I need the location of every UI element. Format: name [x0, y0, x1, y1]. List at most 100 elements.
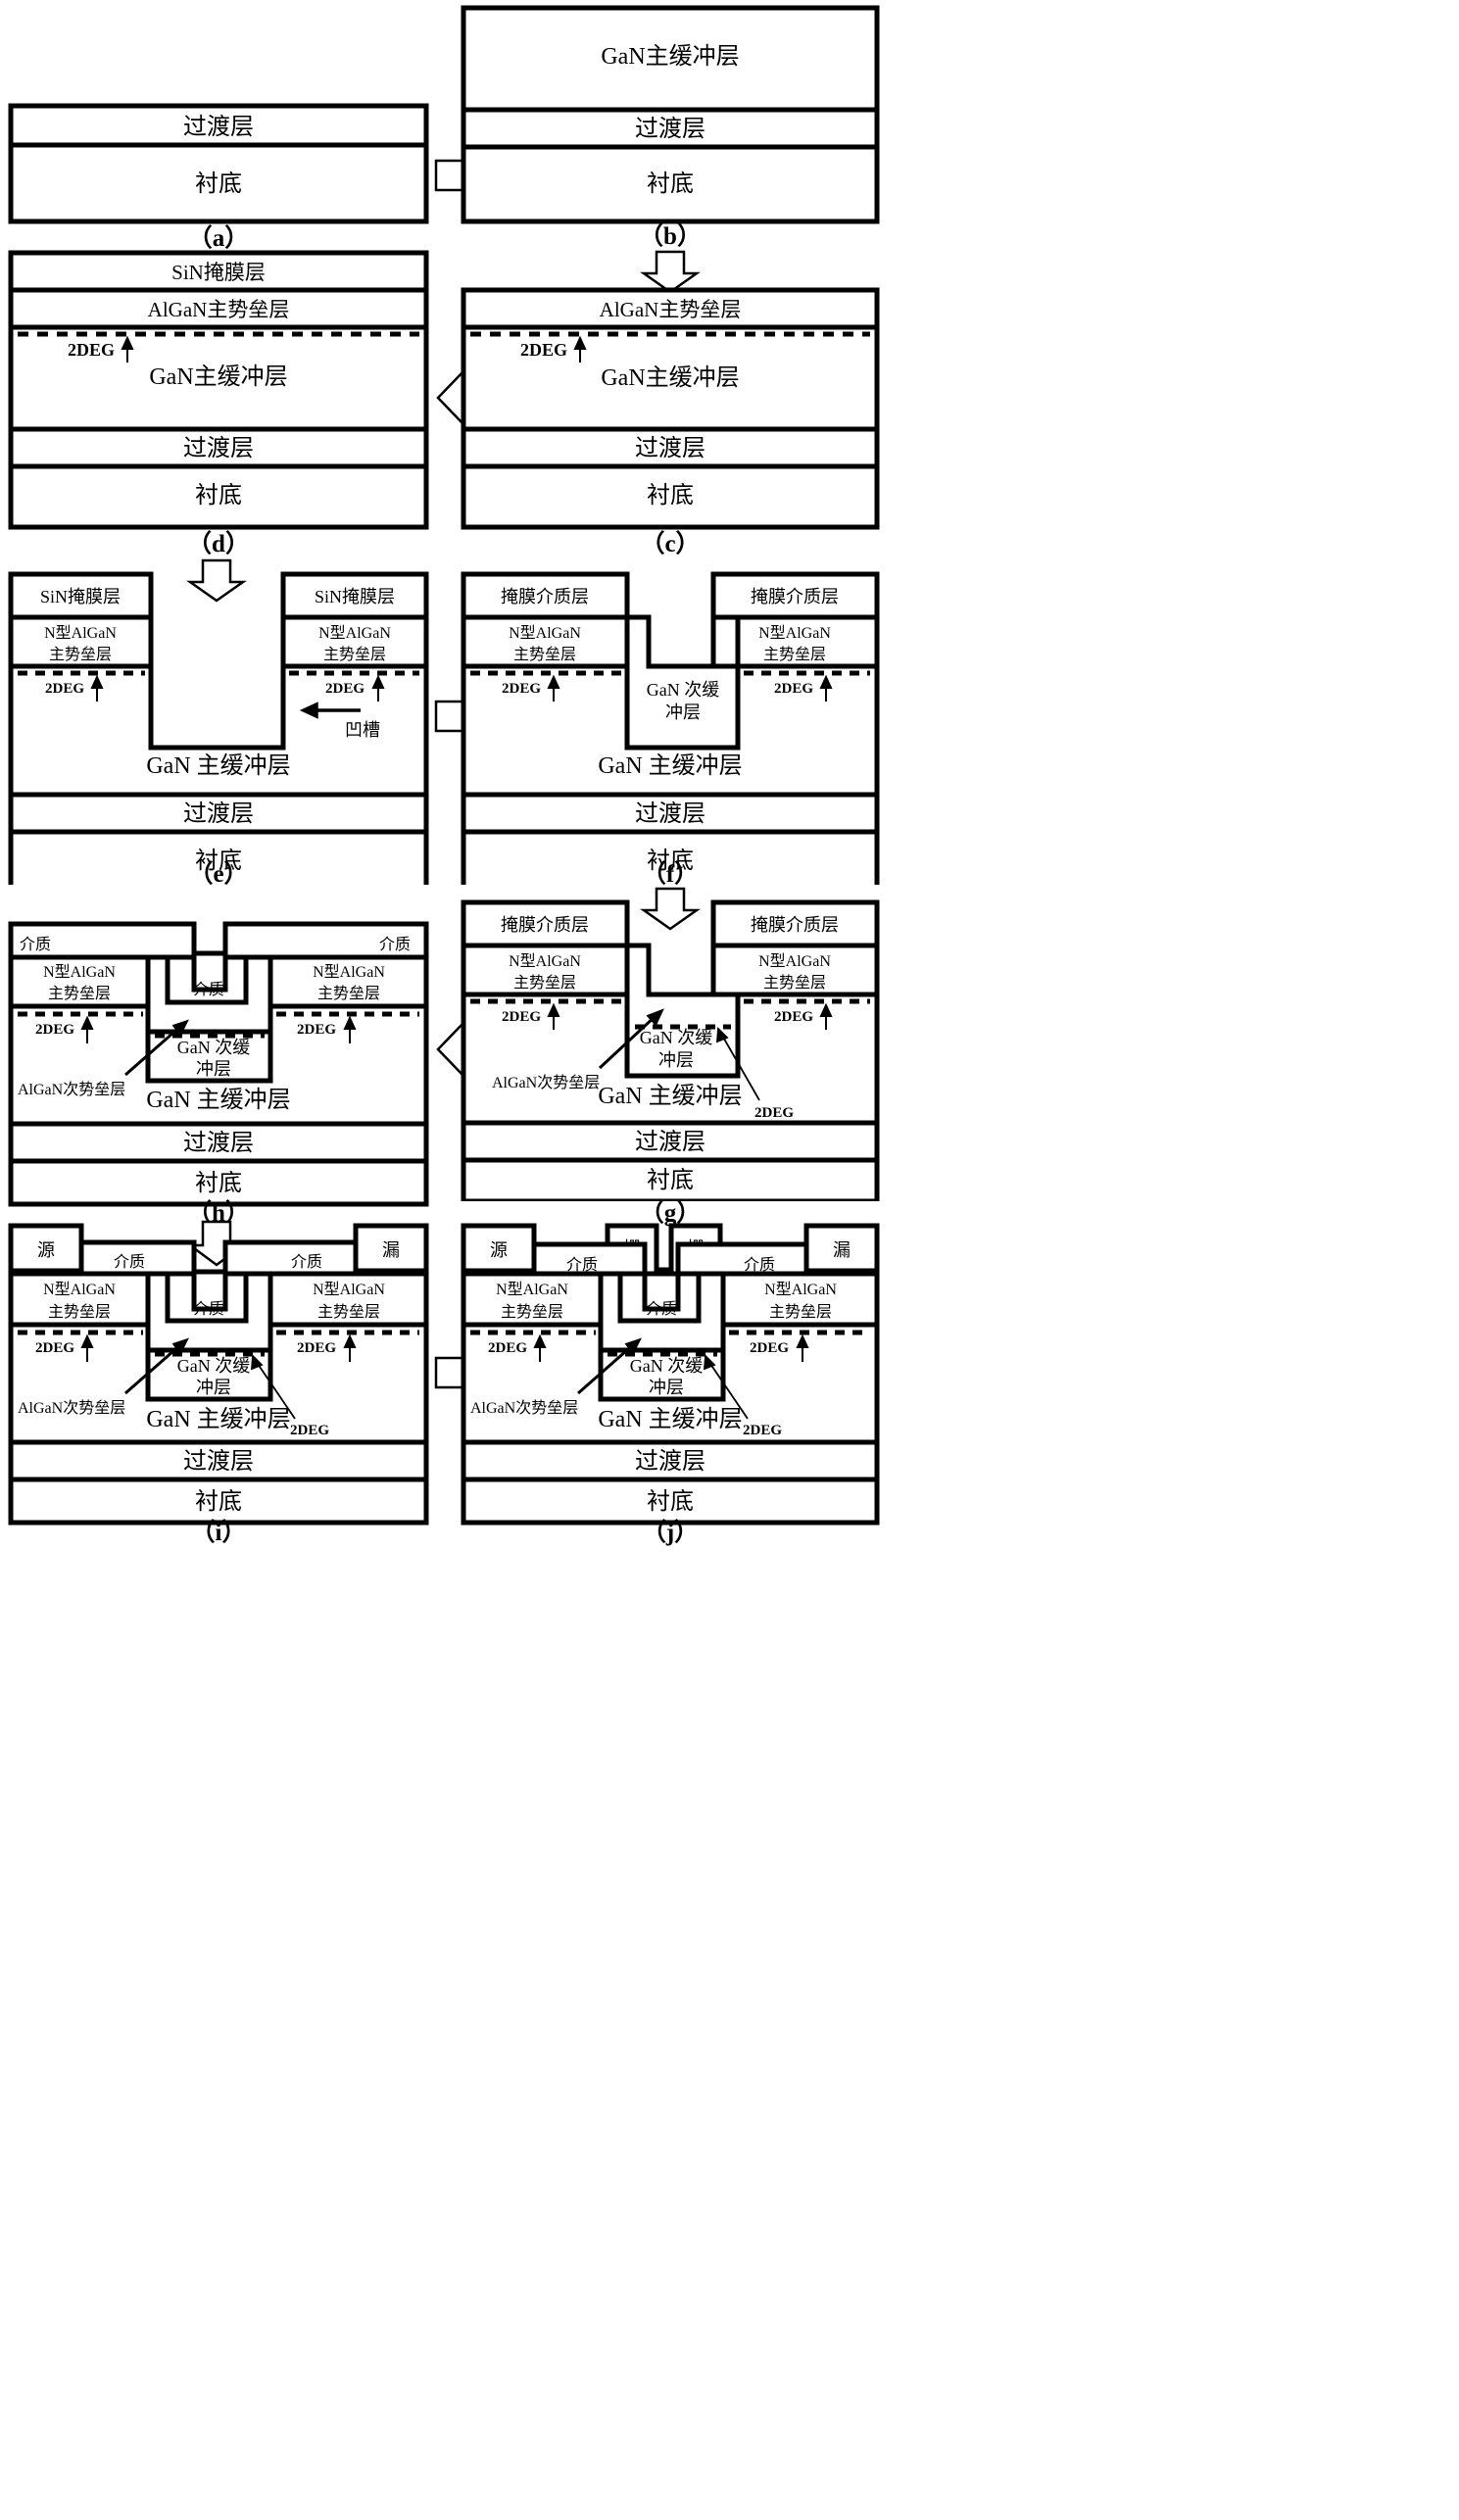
- label-substrate-g: 衬底: [647, 1167, 694, 1193]
- label-transition-i: 过渡层: [183, 1448, 254, 1475]
- panel-label-f: （f）: [642, 859, 699, 885]
- label-transition-f: 过渡层: [635, 800, 705, 827]
- panel-g: 掩膜介质层 掩膜介质层 N型AlGaN 主势垒层 N型AlGaN 主势垒层 2D…: [461, 899, 880, 1201]
- algan-sub-barrier-label-h: AlGaN次势垒层: [18, 1081, 125, 1098]
- label-transition-d: 过渡层: [183, 435, 254, 461]
- label-algan-barrier-d: AlGaN主势垒层: [148, 298, 290, 321]
- panel-c: AlGaN主势垒层 2DEG GaN主缓冲层 过渡层 衬底 （c）: [461, 287, 880, 556]
- panel-d: SiN掩膜层 AlGaN主势垒层 2DEG GaN主缓冲层 过渡层 衬底 （d）: [8, 250, 429, 556]
- recess-label-e: 凹槽: [345, 720, 380, 740]
- label-transition-b: 过渡层: [635, 116, 705, 142]
- label-n-algan-f-left-1: N型AlGaN: [509, 624, 581, 642]
- label-substrate-c: 衬底: [647, 482, 694, 509]
- label-gan-sub-buffer-h-1: GaN 次缓: [177, 1038, 251, 1057]
- panel-j: 源 漏 栅 栅 介质 介质 N型AlGaN 主势垒层 N型AlGaN 主势垒层 …: [461, 1223, 880, 1527]
- label-source-j: 源: [490, 1240, 508, 1260]
- label-dielectric-h-inner: 介质: [193, 981, 224, 998]
- label-transition-g: 过渡层: [635, 1129, 705, 1155]
- algan-sub-barrier-label-g: AlGaN次势垒层: [492, 1074, 600, 1091]
- twodeg-label-d: 2DEG: [68, 340, 115, 360]
- label-dielectric-h-left: 介质: [20, 936, 51, 953]
- panel-label-i: （i）: [191, 1518, 247, 1546]
- label-n-algan-f-right-1: N型AlGaN: [758, 624, 831, 642]
- twodeg-label-g-left: 2DEG: [502, 1009, 541, 1025]
- twodeg-label-h-right: 2DEG: [297, 1022, 336, 1038]
- label-n-algan-j-left-2: 主势垒层: [501, 1303, 563, 1321]
- twodeg-label-j-left: 2DEG: [488, 1340, 527, 1356]
- twodeg-label-j-recess: 2DEG: [743, 1423, 782, 1438]
- label-gan-main-buffer-i: GaN 主缓冲层: [146, 1406, 290, 1432]
- label-gan-main-buffer-d: GaN主缓冲层: [149, 363, 287, 390]
- label-sin-mask-e-right: SiN掩膜层: [315, 587, 395, 606]
- label-gan-sub-buffer-g-1: GaN 次缓: [640, 1028, 713, 1047]
- twodeg-label-h-left: 2DEG: [35, 1022, 74, 1038]
- label-substrate-h: 衬底: [195, 1170, 242, 1196]
- label-n-algan-g-right-1: N型AlGaN: [758, 952, 831, 970]
- label-mask-dielectric-f-left: 掩膜介质层: [501, 587, 589, 606]
- label-gan-sub-buffer-j-2: 冲层: [649, 1378, 684, 1397]
- label-dielectric-i-right: 介质: [291, 1253, 322, 1271]
- twodeg-label-e-left: 2DEG: [45, 681, 84, 697]
- algan-sub-barrier-label-j: AlGaN次势垒层: [470, 1399, 578, 1417]
- panel-label-d: （d）: [187, 529, 250, 556]
- label-substrate-d: 衬底: [195, 482, 242, 509]
- label-dielectric-h-right: 介质: [379, 936, 411, 953]
- label-gan-sub-buffer-f-1: GaN 次缓: [647, 680, 720, 700]
- label-drain-i: 漏: [382, 1240, 400, 1260]
- label-gan-main-buffer-b: GaN主缓冲层: [601, 43, 739, 70]
- label-gan-sub-buffer-i-1: GaN 次缓: [177, 1356, 251, 1376]
- panel-e: SiN掩膜层 SiN掩膜层 N型AlGaN 主势垒层 N型AlGaN 主势垒层 …: [8, 571, 429, 885]
- label-n-algan-e-left-1: N型AlGaN: [44, 624, 117, 642]
- label-n-algan-h-left-1: N型AlGaN: [43, 963, 116, 981]
- label-mask-dielectric-f-right: 掩膜介质层: [751, 587, 839, 606]
- panel-label-i-wrap: （i）: [8, 1517, 429, 1548]
- label-dielectric-j-inner: 介质: [646, 1300, 677, 1318]
- label-gan-main-buffer-h: GaN 主缓冲层: [146, 1087, 290, 1113]
- label-gan-main-buffer-c: GaN主缓冲层: [601, 364, 739, 391]
- label-mask-dielectric-g-left: 掩膜介质层: [501, 915, 589, 935]
- label-transition-a: 过渡层: [183, 114, 254, 140]
- label-sin-mask-e-left: SiN掩膜层: [40, 587, 121, 606]
- label-substrate-i: 衬底: [195, 1488, 242, 1515]
- panel-b: GaN主缓冲层 过渡层 衬底 （b）: [461, 5, 880, 248]
- panel-h: 介质 介质 N型AlGaN 主势垒层 N型AlGaN 主势垒层 介质 2DEG …: [8, 906, 429, 1208]
- twodeg-label-i-left: 2DEG: [35, 1340, 74, 1356]
- panel-label-a: （a）: [188, 223, 250, 250]
- label-n-algan-g-left-1: N型AlGaN: [509, 952, 581, 970]
- label-substrate-b: 衬底: [647, 170, 694, 197]
- label-mask-dielectric-g-right: 掩膜介质层: [751, 915, 839, 935]
- label-substrate-a: 衬底: [195, 170, 242, 197]
- label-transition-h: 过渡层: [183, 1130, 254, 1156]
- label-gan-main-buffer-g: GaN 主缓冲层: [598, 1083, 742, 1109]
- label-dielectric-i-left: 介质: [114, 1253, 145, 1271]
- label-algan-barrier-c: AlGaN主势垒层: [600, 298, 742, 321]
- twodeg-label-g-recess: 2DEG: [754, 1105, 794, 1121]
- label-gan-sub-buffer-f-2: 冲层: [665, 703, 701, 722]
- label-n-algan-i-left-2: 主势垒层: [48, 1303, 111, 1321]
- twodeg-label-g-right: 2DEG: [774, 1009, 813, 1025]
- twodeg-label-c: 2DEG: [520, 340, 567, 360]
- twodeg-label-i-right: 2DEG: [297, 1340, 336, 1356]
- label-gan-sub-buffer-i-2: 冲层: [196, 1378, 231, 1397]
- label-n-algan-e-right-1: N型AlGaN: [318, 624, 391, 642]
- panel-i: 源 漏 介质 介质 N型AlGaN 主势垒层 N型AlGaN 主势垒层 介质 2…: [8, 1223, 429, 1527]
- label-gan-main-buffer-f: GaN 主缓冲层: [598, 752, 742, 779]
- label-n-algan-e-right-2: 主势垒层: [323, 646, 386, 663]
- label-n-algan-f-right-2: 主势垒层: [763, 646, 826, 663]
- panel-f: 掩膜介质层 掩膜介质层 N型AlGaN 主势垒层 N型AlGaN 主势垒层 2D…: [461, 571, 880, 885]
- twodeg-label-f-left: 2DEG: [502, 681, 541, 697]
- label-dielectric-i-inner: 介质: [193, 1300, 224, 1318]
- label-dielectric-j-right: 介质: [744, 1256, 775, 1274]
- label-n-algan-j-right-1: N型AlGaN: [764, 1281, 837, 1298]
- label-n-algan-e-left-2: 主势垒层: [49, 646, 112, 663]
- twodeg-label-e-right: 2DEG: [325, 681, 365, 697]
- label-transition-c: 过渡层: [635, 435, 705, 461]
- label-n-algan-g-left-2: 主势垒层: [513, 974, 576, 992]
- label-dielectric-j-left: 介质: [566, 1256, 598, 1274]
- label-sin-mask-d: SiN掩膜层: [171, 261, 266, 284]
- label-gan-sub-buffer-h-2: 冲层: [196, 1059, 231, 1079]
- label-n-algan-g-right-2: 主势垒层: [763, 974, 826, 992]
- label-n-algan-h-left-2: 主势垒层: [48, 985, 111, 1002]
- label-n-algan-j-right-2: 主势垒层: [769, 1303, 832, 1321]
- label-drain-j: 漏: [833, 1240, 851, 1260]
